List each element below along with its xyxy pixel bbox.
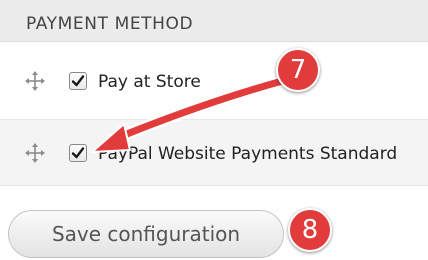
step-8-badge: 8 — [288, 208, 332, 252]
drag-handle-icon[interactable] — [25, 143, 45, 163]
payment-method-settings: PAYMENT METHOD Pay at Store PayPal Websi… — [0, 0, 428, 260]
drag-handle-icon[interactable] — [25, 71, 45, 91]
checkmark-icon — [71, 147, 85, 159]
paypal-label: PayPal Website Payments Standard — [98, 144, 398, 164]
pay-at-store-label: Pay at Store — [98, 72, 201, 92]
step-7-badge: 7 — [276, 48, 320, 92]
save-configuration-button[interactable]: Save configuration — [8, 210, 284, 258]
table-header-title: PAYMENT METHOD — [26, 14, 194, 34]
checkmark-icon — [71, 75, 85, 87]
pay-at-store-checkbox[interactable] — [69, 72, 87, 90]
paypal-checkbox[interactable] — [69, 144, 87, 162]
payment-method-table: PAYMENT METHOD Pay at Store PayPal Websi… — [0, 0, 428, 186]
table-row-paypal: PayPal Website Payments Standard — [0, 120, 428, 186]
table-header: PAYMENT METHOD — [0, 0, 428, 42]
table-row-pay-at-store: Pay at Store — [0, 42, 428, 120]
